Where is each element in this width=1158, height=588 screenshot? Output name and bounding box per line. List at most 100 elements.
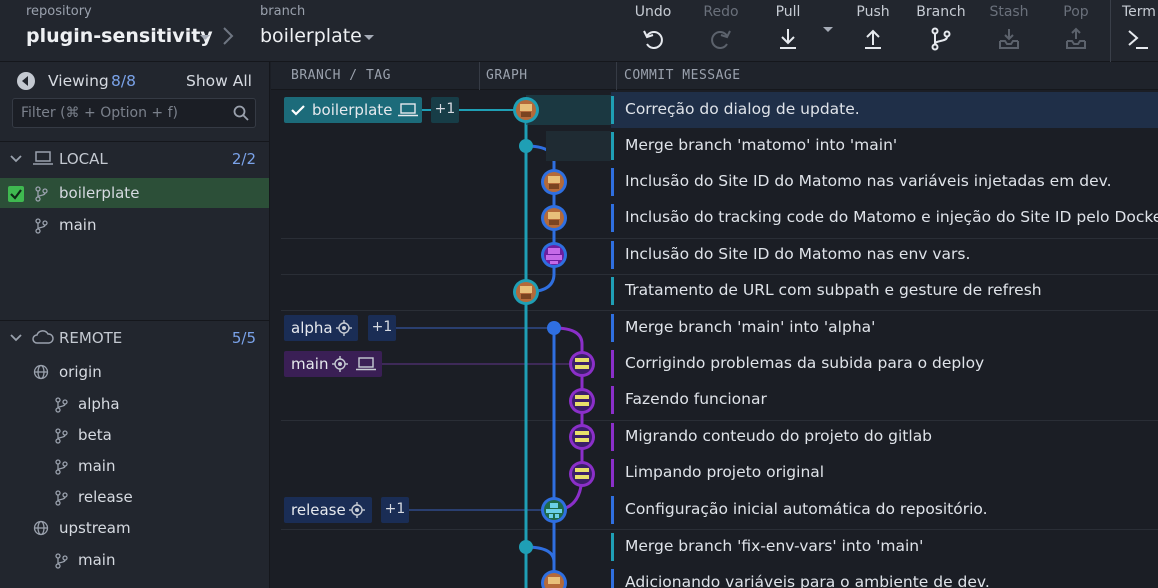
avatar[interactable] xyxy=(569,388,595,414)
sidebar-divider xyxy=(0,141,270,142)
branch-color-bar xyxy=(611,350,614,378)
ref-main[interactable]: main xyxy=(284,351,382,377)
pull-button[interactable]: Pull xyxy=(762,0,814,62)
undo-button[interactable]: Undo xyxy=(626,0,680,62)
avatar[interactable] xyxy=(541,497,567,523)
remote-branch-release[interactable]: release xyxy=(0,482,269,512)
branch-color-bar xyxy=(611,204,614,232)
ref-overflow-count[interactable]: +1 xyxy=(431,97,459,123)
branch-color-bar xyxy=(611,96,614,124)
sidebar: Viewing 8/8 Show All LOCAL 2/2 xyxy=(0,62,270,588)
commit-graph-panel: BRANCH / TAG GRAPH COMMIT MESSAGE Correç… xyxy=(271,62,1158,588)
avatar[interactable] xyxy=(513,97,539,123)
branch-button[interactable]: Branch xyxy=(912,0,970,62)
back-icon[interactable] xyxy=(16,71,36,91)
ref-alpha[interactable]: alpha xyxy=(284,315,358,341)
avatar[interactable] xyxy=(569,424,595,450)
branch-name[interactable]: boilerplate xyxy=(260,25,362,47)
cloud-icon xyxy=(32,330,54,344)
push-button[interactable]: Push xyxy=(846,0,900,62)
column-commit-message[interactable]: COMMIT MESSAGE xyxy=(624,68,741,83)
remote-name: upstream xyxy=(59,519,131,537)
avatar[interactable] xyxy=(541,169,567,195)
commit-message: Fazendo funcionar xyxy=(625,390,767,408)
ref-boilerplate[interactable]: boilerplate xyxy=(284,97,422,123)
pop-button[interactable]: Pop xyxy=(1050,0,1102,62)
undo-icon xyxy=(643,30,663,49)
repository-dropdown-icon[interactable] xyxy=(200,35,210,40)
push-icon xyxy=(865,29,881,49)
commit-message: Inclusão do tracking code do Matomo e in… xyxy=(625,208,1158,226)
commit-message: Migrando conteudo do projeto do gitlab xyxy=(625,427,933,445)
viewing-count: 8/8 xyxy=(111,72,136,90)
ref-overflow-count[interactable]: +1 xyxy=(368,315,396,341)
terminal-button[interactable]: Term xyxy=(1116,0,1158,62)
pull-icon xyxy=(780,29,796,49)
local-branch-main[interactable]: main xyxy=(0,210,269,240)
commit-message: Merge branch 'main' into 'alpha' xyxy=(625,318,876,336)
merge-commit-dot[interactable] xyxy=(519,139,533,153)
local-section-header[interactable]: LOCAL 2/2 xyxy=(0,144,270,174)
show-all-button[interactable]: Show All xyxy=(186,72,252,90)
branch-color-bar xyxy=(611,569,614,588)
globe-icon xyxy=(33,364,49,380)
commit-message: Tratamento de URL com subpath e gesture … xyxy=(625,281,1042,299)
ref-release[interactable]: release xyxy=(284,497,372,523)
viewing-label: Viewing xyxy=(48,72,109,90)
branch-color-bar xyxy=(611,168,614,196)
stash-button[interactable]: Stash xyxy=(982,0,1036,62)
commit-message: Inclusão do Site ID do Matomo nas variáv… xyxy=(625,172,1112,190)
branch-name: boilerplate xyxy=(59,184,140,202)
filter-input[interactable] xyxy=(21,103,231,123)
remote-branch-upstream-main[interactable]: main xyxy=(0,545,269,575)
branch-name: alpha xyxy=(78,395,120,413)
branch-name: main xyxy=(59,216,97,234)
column-resize-handle[interactable] xyxy=(616,62,617,90)
commit-message: Inclusão do Site ID do Matomo nas env va… xyxy=(625,245,971,263)
commit-message: Merge branch 'fix-env-vars' into 'main' xyxy=(625,537,924,555)
branch-color-bar xyxy=(611,132,614,160)
repository-name[interactable]: plugin-sensitivity xyxy=(26,25,213,47)
branch-icon xyxy=(55,397,68,413)
remote-branch-beta[interactable]: beta xyxy=(0,420,269,450)
redo-button[interactable]: Redo xyxy=(694,0,748,62)
ref-label: main xyxy=(291,355,329,373)
toolbar: repository plugin-sensitivity branch boi… xyxy=(0,0,1158,62)
branch-dropdown-icon[interactable] xyxy=(364,35,374,40)
ref-label: boilerplate xyxy=(312,101,393,119)
remote-upstream[interactable]: upstream xyxy=(0,513,269,543)
avatar[interactable] xyxy=(541,242,567,268)
laptop-icon xyxy=(33,151,53,165)
ref-overflow-count[interactable]: +1 xyxy=(381,497,409,523)
avatar[interactable] xyxy=(541,570,567,588)
remote-origin[interactable]: origin xyxy=(0,357,269,387)
local-branch-boilerplate[interactable]: boilerplate xyxy=(0,178,269,208)
toolbar-divider xyxy=(1110,0,1111,62)
avatar[interactable] xyxy=(541,205,567,231)
avatar[interactable] xyxy=(569,351,595,377)
remote-target-icon xyxy=(349,502,365,518)
chevron-right-icon xyxy=(223,27,234,45)
merge-commit-dot[interactable] xyxy=(547,321,561,335)
local-section-title: LOCAL xyxy=(59,150,108,168)
avatar[interactable] xyxy=(513,279,539,305)
stash-icon xyxy=(999,29,1019,49)
branch-icon xyxy=(35,218,48,234)
filter-box xyxy=(12,98,256,128)
merge-commit-dot[interactable] xyxy=(519,540,533,554)
branch-name: beta xyxy=(78,426,112,444)
search-icon xyxy=(233,105,249,121)
pull-options-dropdown-icon[interactable] xyxy=(823,27,833,32)
remote-branch-alpha[interactable]: alpha xyxy=(0,389,269,419)
avatar[interactable] xyxy=(569,461,595,487)
commit-message: Correção do dialog de update. xyxy=(625,100,860,118)
remote-count: 5/5 xyxy=(231,329,256,347)
remote-section-header[interactable]: REMOTE 5/5 xyxy=(0,323,270,353)
branch-color-bar xyxy=(611,459,614,487)
branch-name: main xyxy=(78,551,116,569)
remote-branch-main[interactable]: main xyxy=(0,451,269,481)
branch-icon xyxy=(55,490,68,506)
checkbox-checked-icon[interactable] xyxy=(8,186,24,202)
branch-icon xyxy=(35,186,48,202)
commit-message: Limpando projeto original xyxy=(625,463,825,481)
